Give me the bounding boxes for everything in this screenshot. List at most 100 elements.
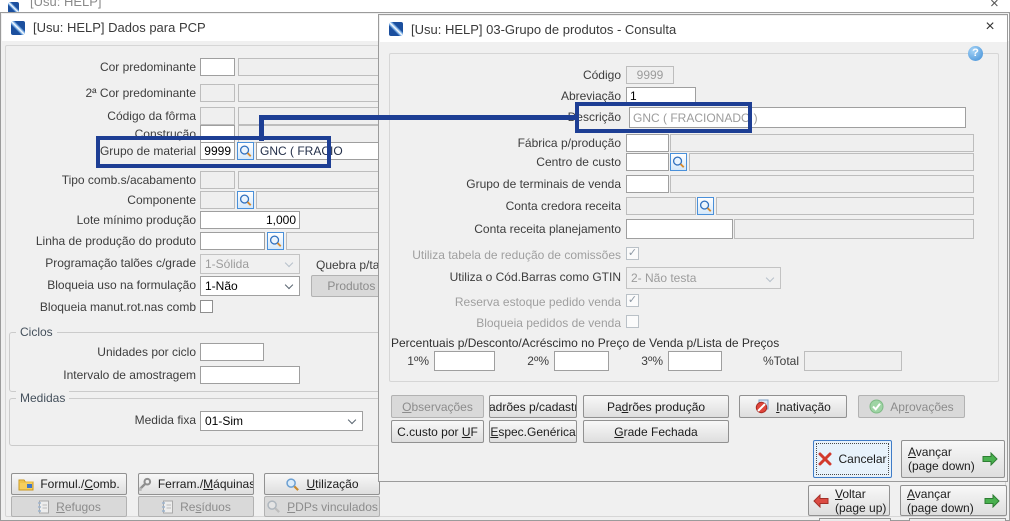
help-icon[interactable]: ? (968, 46, 983, 61)
chevron-down-icon (765, 273, 775, 283)
conta-receita-desc-input (734, 219, 974, 239)
gtin-select: 2- Não testa (626, 267, 781, 289)
utilizacao-button[interactable]: Utilização (264, 473, 380, 495)
centro-custo-desc-input (689, 153, 974, 171)
wrench-icon (139, 477, 152, 492)
ccusto-uf-button[interactable]: C.custo por UF (391, 420, 484, 443)
linha-producao-lookup-icon[interactable] (267, 232, 284, 250)
codigo-label: Código (582, 68, 621, 82)
grupo-material-code-input[interactable] (200, 142, 235, 160)
espec-generica-button[interactable]: Espec.Genérica (489, 420, 577, 443)
construcao-input[interactable] (200, 125, 235, 143)
ciclos-caption: Ciclos (16, 325, 57, 339)
linha-producao-input[interactable] (200, 232, 265, 250)
reserva-estoque-checkbox: ✓ (626, 294, 639, 307)
voltar-page-up-button[interactable]: Voltar (page up) (808, 485, 890, 516)
unidades-ciclo-input[interactable] (200, 343, 264, 361)
consulta-window-title: [Usu: HELP] 03-Grupo de produtos - Consu… (411, 21, 677, 37)
folder-icon (18, 477, 34, 491)
cancel-x-icon (818, 452, 832, 466)
bloqueia-pedidos-checkbox (626, 315, 639, 328)
cor-predominante-input[interactable] (200, 58, 235, 76)
tipo-comb-desc-input (238, 171, 398, 189)
observacoes-button: Observações (391, 395, 484, 418)
grupo-terminais-label: Grupo de terminais de venda (466, 177, 621, 191)
chevron-down-icon (284, 280, 294, 290)
conta-credora-desc-input (716, 197, 974, 215)
tipo-comb-input (200, 171, 235, 189)
conta-credora-lookup-icon[interactable] (697, 197, 714, 215)
lote-minimo-input[interactable] (200, 211, 300, 229)
medida-fixa-select[interactable]: 01-Sim (200, 411, 363, 431)
bloqueia-uso-select[interactable]: 1-Não (200, 276, 300, 296)
cor-predominante2-label: 2ª Cor predominante (85, 86, 196, 100)
bloqueia-manut-label: Bloqueia manut.rot.nas comb (39, 300, 196, 314)
close-icon[interactable]: × (979, 19, 1001, 37)
grupo-terminais-input[interactable] (626, 175, 669, 193)
medida-fixa-label: Medida fixa (134, 413, 196, 427)
percent-total-input (804, 351, 902, 371)
componente-label: Componente (127, 193, 196, 207)
abreviacao-input[interactable] (626, 87, 696, 105)
inativacao-button[interactable]: Inativação (739, 395, 847, 418)
componente-input (200, 191, 235, 209)
utiliza-tabela-label: Utiliza tabela de redução de comissões (412, 248, 621, 262)
percentuais-label: Percentuais p/Desconto/Acréscimo no Preç… (391, 336, 780, 350)
pcp-window-title: [Usu: HELP] Dados para PCP (33, 20, 206, 35)
avancar-page-down-button-2[interactable]: Avançar (page down) (900, 485, 1007, 516)
arrow-right-icon (984, 493, 1000, 508)
medidas-caption: Medidas (16, 391, 70, 405)
notepad-icon (37, 500, 50, 514)
cor-predominante-label: Cor predominante (99, 60, 196, 74)
conta-receita-label: Conta receita planejamento (474, 222, 621, 236)
gtin-label: Utiliza o Cód.Barras como GTIN (449, 270, 621, 284)
cor-predominante2-input (200, 84, 235, 102)
app-icon (389, 22, 403, 36)
conta-credora-input (626, 197, 696, 215)
check-circle-icon (869, 399, 884, 414)
cancelar-button[interactable]: Cancelar (813, 440, 892, 478)
componente-lookup-icon[interactable] (237, 191, 254, 209)
grade-fechada-button[interactable]: Grade Fechada (583, 420, 729, 443)
conta-credora-label: Conta credora receita (505, 199, 621, 213)
ferram-maquinas-button[interactable]: Ferram./Máquinas (138, 473, 254, 495)
unidades-ciclo-label: Unidades por ciclo (97, 345, 196, 359)
formul-comb-button[interactable]: Formul./Comb. (11, 473, 127, 495)
descricao-input[interactable] (629, 107, 966, 128)
percent3-input[interactable] (668, 351, 722, 371)
consulta-titlebar: [Usu: HELP] 03-Grupo de produtos - Consu… (380, 16, 1007, 42)
fabrica-producao-desc-input (670, 134, 974, 152)
conta-receita-input[interactable] (626, 219, 733, 239)
construcao-desc-input (238, 125, 398, 143)
construcao-label: Construção (134, 127, 196, 141)
centro-custo-lookup-icon[interactable] (670, 153, 687, 171)
intervalo-amostragem-input[interactable] (200, 366, 300, 384)
search-icon (266, 499, 281, 514)
codigo-input (626, 66, 674, 84)
grupo-material-lookup-icon[interactable] (237, 142, 254, 160)
fabrica-producao-label: Fábrica p/produção (517, 136, 621, 150)
fabrica-producao-input[interactable] (626, 134, 669, 152)
lote-minimo-label: Lote mínimo produção (76, 213, 196, 227)
arrow-right-icon (982, 452, 998, 466)
chevron-down-icon (284, 258, 294, 268)
avancar-page-down-button[interactable]: Avançar (page down) (901, 440, 1005, 478)
centro-custo-label: Centro de custo (536, 155, 621, 169)
percent1-input[interactable] (434, 351, 495, 371)
background-app-title: [Usu: HELP] (30, 0, 102, 9)
refugos-button: Refugos (11, 496, 127, 517)
percent3-label: 3º% (641, 354, 663, 368)
close-icon[interactable]: × (990, 0, 999, 12)
percent2-label: 2º% (527, 354, 549, 368)
percent2-input[interactable] (554, 351, 609, 371)
padroes-cadastro-button[interactable]: Padrões p/cadastro (489, 395, 577, 418)
grupo-material-label: Grupo de material (99, 144, 196, 158)
bloqueia-uso-label: Bloqueia uso na formulação (47, 278, 196, 292)
codigo-forma-desc-input (238, 107, 398, 125)
abreviacao-label: Abreviação (560, 89, 621, 103)
arrow-left-icon (813, 493, 829, 508)
centro-custo-input[interactable] (626, 153, 669, 171)
pdps-vinculados-button: PDPs vinculados (264, 496, 380, 517)
padroes-producao-button[interactable]: Padrões produção (583, 395, 729, 418)
bloqueia-manut-checkbox[interactable] (200, 300, 213, 313)
